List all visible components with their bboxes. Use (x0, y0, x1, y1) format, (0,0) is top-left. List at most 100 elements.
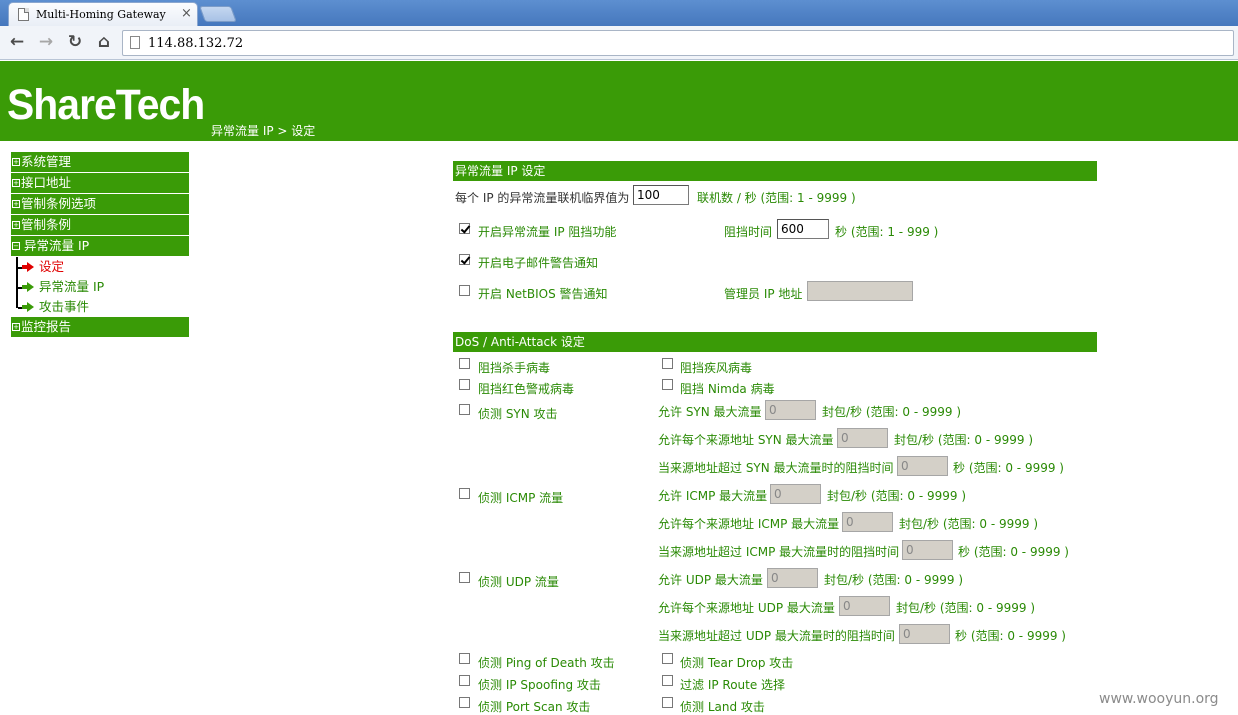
block-redalert-label: 阻挡红色警戒病毒 (478, 382, 575, 396)
sidebar-item-interface[interactable]: + 接口地址 (11, 173, 189, 193)
sidebar-subitem-abnormal-ip[interactable]: 异常流量 IP (11, 277, 189, 297)
land-label: 侦测 Land 攻击 (680, 700, 765, 714)
syn-max-unit: 封包/秒 (范围: 0 - 9999 ) (822, 405, 962, 419)
icmp-block-label: 当来源地址超过 ICMP 最大流量时的阻挡时间 (658, 545, 900, 559)
expand-icon: + (12, 158, 20, 166)
sidebar-menu: + 系统管理 + 接口地址 + 管制条例选项 + 管制条例 − 异常流量 IP … (11, 152, 189, 338)
back-icon[interactable]: ← (7, 32, 27, 52)
udp-block-input[interactable] (899, 624, 950, 644)
sidebar-item-abnormal-ip[interactable]: − 异常流量 IP (11, 236, 189, 256)
sidebar-subitem-label: 异常流量 IP (39, 279, 105, 294)
udp-max-unit: 封包/秒 (范围: 0 - 9999 ) (824, 573, 964, 587)
expand-icon: + (12, 323, 20, 331)
sidebar-item-label: 异常流量 IP (24, 238, 90, 253)
udp-src-max-unit: 封包/秒 (范围: 0 - 9999 ) (896, 601, 1036, 615)
sidebar-item-label: 接口地址 (21, 175, 72, 190)
sidebar-item-monitor[interactable]: + 监控报告 (11, 317, 189, 337)
udp-max-input[interactable] (767, 568, 818, 588)
tab-close-icon[interactable]: × (181, 6, 192, 21)
udp-src-max-input[interactable] (839, 596, 890, 616)
sidebar-subitem-settings[interactable]: 设定 (11, 257, 189, 277)
syn-src-max-input[interactable] (837, 428, 888, 448)
ip-route-checkbox[interactable] (662, 675, 673, 686)
arrow-right-icon (22, 262, 34, 272)
threshold-label: 每个 IP 的异常流量联机临界值为 (455, 191, 630, 205)
expand-icon: + (12, 179, 20, 187)
syn-src-max-label: 允许每个来源地址 SYN 最大流量 (658, 433, 834, 447)
land-checkbox[interactable] (662, 697, 673, 708)
sidebar-item-label: 系统管理 (21, 154, 72, 169)
page-icon (18, 8, 29, 21)
syn-src-max-unit: 封包/秒 (范围: 0 - 9999 ) (894, 433, 1034, 447)
sidebar-item-label: 管制条例 (21, 217, 72, 232)
sidebar-item-policy[interactable]: + 管制条例 (11, 215, 189, 235)
sidebar-item-system[interactable]: + 系统管理 (11, 152, 189, 172)
block-time-input[interactable] (777, 219, 829, 239)
tear-drop-checkbox[interactable] (662, 653, 673, 664)
enable-block-checkbox[interactable] (459, 223, 470, 234)
page-icon (130, 36, 140, 49)
reload-icon[interactable]: ↻ (65, 32, 85, 52)
tab-title: Multi-Homing Gateway (36, 8, 166, 21)
expand-icon: + (12, 221, 20, 229)
block-time-label: 阻挡时间 (724, 225, 773, 239)
netbios-alert-checkbox[interactable] (459, 285, 470, 296)
udp-detect-checkbox[interactable] (459, 572, 470, 583)
icmp-block-input[interactable] (902, 540, 953, 560)
icmp-detect-label: 侦测 ICMP 流量 (478, 491, 564, 505)
tear-drop-label: 侦测 Tear Drop 攻击 (680, 656, 794, 670)
udp-block-unit: 秒 (范围: 0 - 9999 ) (955, 629, 1066, 643)
url-text: 114.88.132.72 (148, 36, 244, 51)
icmp-src-max-input[interactable] (842, 512, 893, 532)
icmp-block-unit: 秒 (范围: 0 - 9999 ) (958, 545, 1069, 559)
ping-of-death-checkbox[interactable] (459, 653, 470, 664)
icmp-src-max-label: 允许每个来源地址 ICMP 最大流量 (658, 517, 840, 531)
browser-tab[interactable]: Multi-Homing Gateway × (8, 2, 198, 26)
admin-ip-input[interactable] (807, 281, 913, 301)
block-nimda-label: 阻挡 Nimda 病毒 (680, 382, 775, 396)
threshold-input[interactable] (633, 185, 689, 205)
block-storm-label: 阻挡疾风病毒 (680, 361, 753, 375)
forward-icon[interactable]: → (36, 32, 56, 52)
new-tab-button[interactable] (199, 6, 237, 22)
sidebar-subitem-attack-events[interactable]: 攻击事件 (11, 297, 189, 317)
ip-route-label: 过滤 IP Route 选择 (680, 678, 786, 692)
syn-max-label: 允许 SYN 最大流量 (658, 405, 762, 419)
page-header: ShareTech 异常流量 IP > 设定 (0, 61, 1238, 141)
section-header-abnormal-ip: 异常流量 IP 设定 (453, 161, 1097, 181)
sharetech-logo: ShareTech (7, 81, 205, 129)
expand-icon: + (12, 200, 20, 208)
syn-block-input[interactable] (897, 456, 948, 476)
watermark: www.wooyun.org (1099, 691, 1219, 707)
port-scan-label: 侦测 Port Scan 攻击 (478, 700, 591, 714)
arrow-right-icon (22, 282, 34, 292)
email-alert-checkbox[interactable] (459, 254, 470, 265)
breadcrumb: 异常流量 IP > 设定 (211, 124, 316, 138)
syn-max-input[interactable] (765, 400, 816, 420)
sidebar-subitem-label: 攻击事件 (39, 299, 90, 314)
icmp-max-input[interactable] (770, 484, 821, 504)
admin-ip-label: 管理员 IP 地址 (724, 287, 803, 301)
block-nimda-checkbox[interactable] (662, 379, 673, 390)
sidebar-item-label: 监控报告 (21, 319, 72, 334)
home-icon[interactable]: ⌂ (94, 32, 114, 52)
block-killer-label: 阻挡杀手病毒 (478, 361, 551, 375)
sidebar-item-policy-options[interactable]: + 管制条例选项 (11, 194, 189, 214)
syn-detect-label: 侦测 SYN 攻击 (478, 407, 558, 421)
ip-spoofing-checkbox[interactable] (459, 675, 470, 686)
port-scan-checkbox[interactable] (459, 697, 470, 708)
block-storm-checkbox[interactable] (662, 358, 673, 369)
syn-detect-checkbox[interactable] (459, 404, 470, 415)
udp-src-max-label: 允许每个来源地址 UDP 最大流量 (658, 601, 835, 615)
address-bar[interactable]: 114.88.132.72 (122, 30, 1234, 56)
icmp-detect-checkbox[interactable] (459, 488, 470, 499)
block-redalert-checkbox[interactable] (459, 379, 470, 390)
icmp-src-max-unit: 封包/秒 (范围: 0 - 9999 ) (899, 517, 1039, 531)
ip-spoofing-label: 侦测 IP Spoofing 攻击 (478, 678, 601, 692)
block-time-unit: 秒 (范围: 1 - 999 ) (835, 225, 939, 239)
netbios-alert-label: 开启 NetBIOS 警告通知 (478, 287, 608, 301)
threshold-unit: 联机数 / 秒 (范围: 1 - 9999 ) (697, 191, 856, 205)
udp-block-label: 当来源地址超过 UDP 最大流量时的阻挡时间 (658, 629, 895, 643)
browser-tab-bar: Multi-Homing Gateway × (0, 0, 1238, 26)
block-killer-checkbox[interactable] (459, 358, 470, 369)
